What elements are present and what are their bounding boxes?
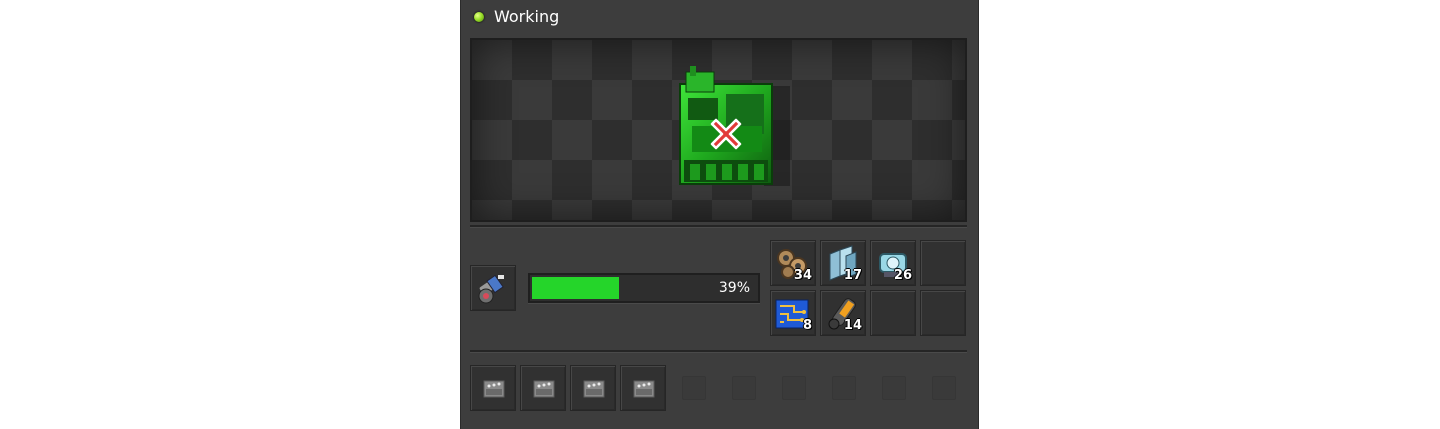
empty-slot [732, 376, 756, 400]
progress-fill [532, 277, 619, 299]
module-slot[interactable] [620, 365, 666, 411]
recipe-button[interactable] [470, 265, 516, 311]
module-slot[interactable] [520, 365, 566, 411]
status-indicator-icon [474, 12, 484, 22]
module-slot[interactable] [470, 365, 516, 411]
input-slot[interactable]: 8 [770, 290, 816, 336]
item-count: 26 [893, 268, 912, 283]
empty-slot [682, 376, 706, 400]
empty-slot [882, 376, 906, 400]
divider [470, 225, 967, 227]
input-slot[interactable]: 34 [770, 240, 816, 286]
input-slot-empty[interactable] [870, 290, 916, 336]
module-slot-icon [483, 380, 505, 398]
item-count: 8 [802, 318, 812, 333]
entity-preview[interactable] [470, 38, 967, 222]
empty-slot [782, 376, 806, 400]
flamethrower-turret-recipe-icon [478, 274, 504, 304]
status-text: Working [494, 7, 560, 26]
item-count: 17 [843, 268, 862, 283]
input-slot[interactable]: 17 [820, 240, 866, 286]
input-slot[interactable]: 14 [820, 290, 866, 336]
module-slot-icon [583, 380, 605, 398]
input-slot-empty[interactable] [920, 290, 966, 336]
divider [470, 350, 967, 352]
input-slot[interactable]: 26 [870, 240, 916, 286]
module-slot-icon [633, 380, 655, 398]
empty-slot [832, 376, 856, 400]
item-count: 14 [843, 318, 862, 333]
progress-label: 39% [718, 280, 750, 296]
module-slot-icon [533, 380, 555, 398]
input-slot-empty[interactable] [920, 240, 966, 286]
empty-slot [932, 376, 956, 400]
module-slot[interactable] [570, 365, 616, 411]
crafting-progress-bar: 39% [528, 273, 760, 303]
assembling-machine-icon [679, 66, 790, 186]
item-count: 34 [793, 268, 812, 283]
machine-panel: Working 39% 34 17 26 8 14 [460, 0, 979, 429]
